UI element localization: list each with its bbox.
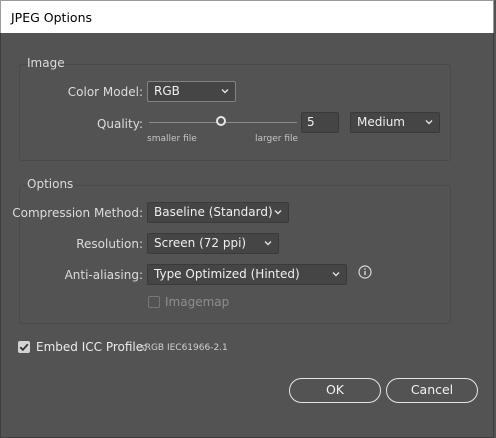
color-model-label: Color Model: <box>67 85 143 99</box>
embed-icc-label: Embed ICC Profile: <box>36 340 148 354</box>
quality-label: Quality: <box>96 117 143 131</box>
cancel-button[interactable]: Cancel <box>386 378 478 403</box>
quality-value-field[interactable]: 5 <box>301 112 339 133</box>
larger-file-label: larger file <box>255 134 299 144</box>
chevron-down-icon <box>332 272 340 277</box>
resolution-dropdown[interactable]: Screen (72 ppi) <box>147 233 279 254</box>
quality-preset-dropdown[interactable]: Medium <box>350 112 440 133</box>
chevron-down-icon <box>264 241 272 246</box>
imagemap-checkbox[interactable] <box>148 296 160 308</box>
imagemap-label: Imagemap <box>165 295 230 309</box>
quality-value: 5 <box>307 115 315 129</box>
options-group-title: Options <box>27 177 74 191</box>
anti-aliasing-label: Anti-aliasing: <box>64 268 143 282</box>
image-group-title: Image <box>27 56 65 70</box>
embed-icc-checkbox[interactable] <box>18 341 30 353</box>
ok-button[interactable]: OK <box>289 378 381 403</box>
compression-method-value: Baseline (Standard) <box>154 205 273 219</box>
jpeg-options-dialog: Image Color Model: RGB Quality: smaller … <box>0 33 494 438</box>
anti-aliasing-dropdown[interactable]: Type Optimized (Hinted) <box>147 264 347 285</box>
resolution-value: Screen (72 ppi) <box>154 236 247 250</box>
window-title: JPEG Options <box>11 10 93 25</box>
chevron-down-icon <box>425 120 433 125</box>
color-model-value: RGB <box>154 84 180 98</box>
smaller-file-label: smaller file <box>147 134 197 144</box>
checkmark-icon <box>19 343 29 352</box>
compression-method-label: Compression Method: <box>12 206 143 220</box>
compression-method-dropdown[interactable]: Baseline (Standard) <box>147 202 289 223</box>
icc-profile-value: sRGB IEC61966-2.1 <box>140 343 228 353</box>
color-model-dropdown[interactable]: RGB <box>147 81 236 102</box>
resolution-label: Resolution: <box>76 237 143 251</box>
title-bar: JPEG Options <box>0 0 494 33</box>
anti-aliasing-value: Type Optimized (Hinted) <box>154 267 300 281</box>
info-icon[interactable] <box>358 265 372 279</box>
quality-slider-thumb[interactable] <box>216 116 226 126</box>
quality-preset-value: Medium <box>357 115 405 129</box>
chevron-down-icon <box>221 89 229 94</box>
chevron-down-icon <box>274 210 282 215</box>
